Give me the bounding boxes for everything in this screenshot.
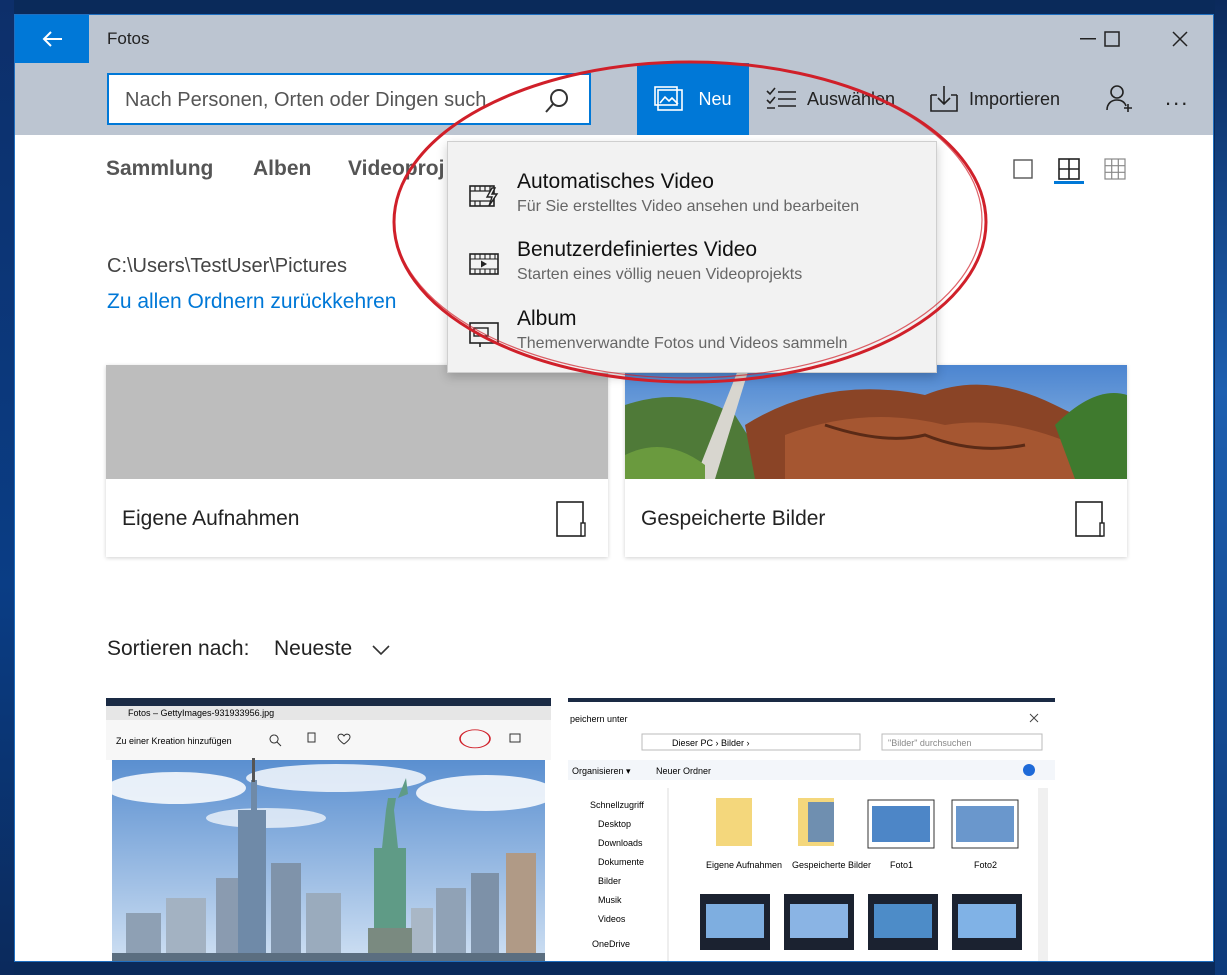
folder-path: C:\Users\TestUser\Pictures	[107, 255, 348, 277]
photos-app-screenshot: Fotos – GettyImages-931933956.jpg Zu ein…	[106, 698, 551, 961]
album-icon	[469, 322, 499, 347]
menu-item-title: Automatisches Video	[517, 170, 714, 193]
search-icon[interactable]	[543, 87, 571, 115]
view-selected-indicator	[1054, 181, 1084, 184]
chevron-down-icon[interactable]	[371, 643, 391, 657]
thumb2-tree-5: Musik	[598, 895, 622, 905]
new-button-label: Neu	[698, 88, 732, 109]
tab-sammlung[interactable]: Sammlung	[106, 157, 213, 181]
menu-item-automatic-video[interactable]: Automatisches Video Für Sie erstelltes V…	[448, 162, 938, 230]
folder-icon	[1075, 501, 1105, 537]
menu-item-subtitle: Starten eines völlig neuen Videoprojekts	[517, 266, 803, 283]
thumb2-item-3: Foto2	[974, 860, 997, 870]
folder-card-label: Gespeicherte Bilder	[641, 507, 826, 530]
add-person-icon[interactable]	[1105, 83, 1135, 113]
thumb2-tree-1: Desktop	[598, 819, 631, 829]
thumb2-tree-4: Bilder	[598, 876, 621, 886]
thumb2-tree-6: Videos	[598, 914, 626, 924]
close-icon	[1172, 31, 1188, 47]
select-button-label: Auswählen	[807, 88, 896, 109]
thumb2-dialog-title: peichern unter	[570, 714, 628, 724]
more-options-button[interactable]: ...	[1165, 85, 1189, 111]
sort-dropdown[interactable]: Neueste	[274, 637, 352, 661]
tab-videoprojekte[interactable]: Videoproj	[348, 157, 444, 181]
thumb2-organize: Organisieren ▾	[572, 766, 631, 776]
menu-item-title: Benutzerdefiniertes Video	[517, 238, 758, 261]
search-input[interactable]	[125, 85, 525, 115]
save-dialog-screenshot: peichern unter Dieser PC › Bilder › "Bil…	[568, 698, 1055, 961]
new-dropdown-menu: Automatisches Video Für Sie erstelltes V…	[447, 141, 937, 373]
thumb1-window-title: Fotos – GettyImages-931933956.jpg	[128, 708, 274, 718]
search-box[interactable]	[107, 73, 591, 125]
folder-thumbnail	[106, 365, 608, 479]
thumb2-item-2: Foto1	[890, 860, 913, 870]
menu-item-custom-video[interactable]: Benutzerdefiniertes Video Starten eines …	[448, 230, 938, 298]
sort-label: Sortieren nach:	[107, 637, 250, 660]
thumb2-tree-3: Dokumente	[598, 857, 644, 867]
folder-thumbnail	[625, 365, 1127, 479]
menu-item-subtitle: Für Sie erstelltes Video ansehen und bea…	[517, 198, 860, 215]
photo-thumbnail-2[interactable]: peichern unter Dieser PC › Bilder › "Bil…	[568, 698, 1055, 961]
desktop-wallpaper-left	[0, 0, 14, 975]
import-button[interactable]: Importieren	[929, 63, 1060, 135]
thumb2-item-0: Eigene Aufnahmen	[706, 860, 782, 870]
new-button[interactable]: Neu	[637, 63, 749, 135]
import-button-label: Importieren	[969, 88, 1061, 109]
folder-card-eigene-aufnahmen[interactable]: Eigene Aufnahmen	[106, 365, 608, 557]
medium-tiles-icon[interactable]	[1057, 157, 1081, 181]
select-button[interactable]: Auswählen	[765, 63, 895, 135]
folder-icon	[556, 501, 586, 537]
thumb2-search: "Bilder" durchsuchen	[888, 738, 971, 748]
tab-alben[interactable]: Alben	[253, 157, 311, 181]
thumb2-item-1: Gespeicherte Bilder	[792, 860, 871, 870]
thumb2-tree-2: Downloads	[598, 838, 643, 848]
thumb2-breadcrumb: Dieser PC › Bilder ›	[672, 738, 750, 748]
thumb2-tree-0: Schnellzugriff	[590, 800, 644, 810]
small-tiles-icon[interactable]	[1103, 157, 1127, 181]
large-tiles-icon[interactable]	[1011, 157, 1035, 181]
checklist-icon	[766, 87, 796, 109]
maximize-button[interactable]	[1089, 23, 1135, 55]
arrow-left-icon	[42, 31, 62, 47]
custom-video-icon	[469, 253, 499, 275]
new-creation-icon	[654, 86, 684, 111]
maximize-icon	[1104, 31, 1120, 47]
photo-thumbnail-1[interactable]: Fotos – GettyImages-931933956.jpg Zu ein…	[106, 698, 551, 961]
back-to-all-folders-link[interactable]: Zu allen Ordnern zurückkehren	[107, 290, 396, 314]
landscape-photo	[625, 365, 1127, 479]
app-title: Fotos	[107, 29, 150, 48]
desktop-wallpaper-right	[1215, 0, 1227, 975]
folder-card-gespeicherte-bilder[interactable]: Gespeicherte Bilder	[625, 365, 1127, 557]
menu-item-title: Album	[517, 307, 577, 330]
thumb1-action: Zu einer Kreation hinzufügen	[116, 736, 232, 746]
thumb2-new-folder: Neuer Ordner	[656, 766, 711, 776]
import-icon	[930, 86, 958, 112]
folder-card-label: Eigene Aufnahmen	[122, 507, 300, 530]
title-toolbar-area: Fotos Neu Auswählen Importieren ...	[15, 15, 1213, 135]
menu-item-album[interactable]: Album Themenverwandte Fotos und Videos s…	[448, 299, 938, 367]
thumb2-tree-7: OneDrive	[592, 939, 630, 949]
close-button[interactable]	[1157, 23, 1203, 55]
photos-window: Fotos Neu Auswählen Importieren ...	[14, 14, 1214, 962]
menu-item-subtitle: Themenverwandte Fotos und Videos sammeln	[517, 335, 848, 352]
auto-video-icon	[469, 185, 499, 207]
back-button[interactable]	[15, 15, 89, 63]
